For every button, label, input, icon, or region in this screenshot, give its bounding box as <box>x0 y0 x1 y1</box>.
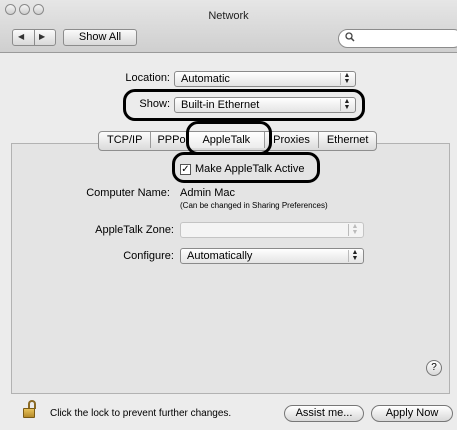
computer-name-hint: (Can be changed in Sharing Preferences) <box>180 201 328 210</box>
footer: Click the lock to prevent further change… <box>0 394 457 430</box>
tab-tcpip[interactable]: TCP/IP <box>99 132 152 148</box>
search-icon <box>345 32 355 45</box>
configure-label: Configure: <box>123 250 174 262</box>
nav-divider <box>34 30 35 45</box>
back-forward-buttons[interactable]: ◀ ▶ <box>12 29 56 46</box>
configure-value: Automatically <box>187 250 253 262</box>
appletalk-tab-highlight-outline <box>186 121 272 155</box>
location-value: Automatic <box>181 73 230 85</box>
configure-popup[interactable]: Automatically ▲ ▼ <box>180 248 364 264</box>
location-popup[interactable]: Automatic ▲ ▼ <box>174 71 356 87</box>
network-window: Network ◀ ▶ Show All Location: Automatic… <box>0 0 457 430</box>
forward-arrow-icon[interactable]: ▶ <box>39 32 45 41</box>
tab-pppoe[interactable]: PPPoE <box>151 132 189 148</box>
assist-me-button[interactable]: Assist me... <box>284 405 364 422</box>
help-button[interactable]: ? <box>426 360 442 376</box>
lock-icon[interactable] <box>23 400 37 418</box>
popup-arrows-icon: ▲ ▼ <box>348 223 361 236</box>
show-highlight-outline <box>123 89 365 121</box>
search-field[interactable] <box>338 29 457 48</box>
apply-now-button[interactable]: Apply Now <box>371 405 453 422</box>
window-title: Network <box>208 10 249 22</box>
popup-arrows-icon: ▲ ▼ <box>348 249 361 262</box>
checkbox-highlight-outline <box>172 152 320 183</box>
back-arrow-icon[interactable]: ◀ <box>18 32 24 41</box>
appletalk-zone-popup: ▲ ▼ <box>180 222 364 238</box>
popup-arrows-icon: ▲ ▼ <box>340 72 353 85</box>
appletalk-zone-label: AppleTalk Zone: <box>95 224 174 236</box>
lock-message: Click the lock to prevent further change… <box>50 408 232 419</box>
computer-name-label: Computer Name: <box>86 187 170 199</box>
tab-ethernet[interactable]: Ethernet <box>319 132 377 148</box>
show-all-button[interactable]: Show All <box>63 29 137 46</box>
tab-proxies[interactable]: Proxies <box>265 132 319 148</box>
title-bar: Network ◀ ▶ Show All <box>0 0 457 53</box>
computer-name-value: Admin Mac <box>180 187 236 199</box>
location-label: Location: <box>125 72 170 84</box>
